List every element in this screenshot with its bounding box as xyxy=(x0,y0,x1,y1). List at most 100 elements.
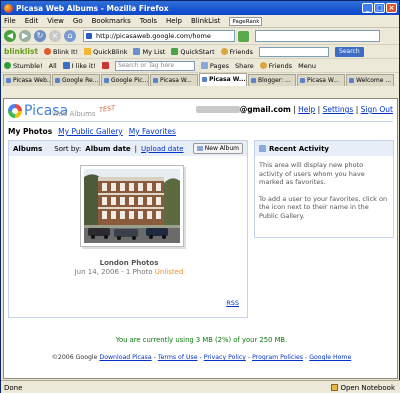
menu-file[interactable]: File xyxy=(4,17,16,25)
search-bar[interactable] xyxy=(255,30,380,42)
download-picasa-link[interactable]: Download Picasa xyxy=(99,354,151,361)
thumbs-down-icon[interactable] xyxy=(101,62,109,69)
program-policies-link[interactable]: Program Policies xyxy=(252,354,303,361)
back-icon[interactable]: ◀ xyxy=(4,30,16,42)
sort-album-date: Album date xyxy=(85,144,131,153)
stumble-toolbar: Stumble! All I like it! Search or Tag he… xyxy=(1,58,399,72)
sub-navigation: My Photos My Public Gallery My Favorites xyxy=(8,127,176,136)
logo-test-badge: TEST xyxy=(98,103,116,115)
menu-bookmarks[interactable]: Bookmarks xyxy=(92,17,131,25)
list-icon xyxy=(133,48,141,55)
notebook-icon xyxy=(331,384,339,391)
blinklist-toolbar: blinklist Blink It! QuickBlink My List Q… xyxy=(1,44,399,58)
recent-activity-text-2: To add a user to your favorites, click o… xyxy=(259,194,388,220)
recent-activity-body: This area will display new photo activit… xyxy=(255,156,393,233)
share-button[interactable]: Share xyxy=(235,62,254,70)
status-text: Done xyxy=(4,383,23,392)
all-dropdown[interactable]: All xyxy=(49,62,57,70)
window-title: Picasa Web Albums - Mozilla Firefox xyxy=(16,3,169,13)
albums-heading: Albums xyxy=(13,144,43,153)
window-controls: _ □ × xyxy=(362,3,397,13)
recent-activity-header: Recent Activity xyxy=(255,141,393,156)
help-link[interactable]: Help xyxy=(298,105,315,114)
terms-link[interactable]: Terms of Use xyxy=(158,354,198,361)
blink-it-button[interactable]: Blink It! xyxy=(44,48,78,56)
stumble-search-input[interactable]: Search or Tag here xyxy=(114,60,195,71)
logo-subtitle: Web Albums xyxy=(52,110,96,118)
header-divider xyxy=(8,121,393,122)
activity-icon xyxy=(259,145,266,152)
album-title[interactable]: London Photos xyxy=(9,259,249,267)
tab-2[interactable]: Google Re... xyxy=(52,74,100,86)
minimize-button[interactable]: _ xyxy=(362,3,373,13)
tab-6[interactable]: Blogger: ... xyxy=(248,74,296,86)
menu-tools[interactable]: Tools xyxy=(140,17,157,25)
recent-activity-heading: Recent Activity xyxy=(269,144,329,153)
my-photos-tab[interactable]: My Photos xyxy=(8,127,52,136)
stumble-icon xyxy=(4,62,11,69)
privacy-link[interactable]: Privacy Policy xyxy=(204,354,246,361)
title-bar: Picasa Web Albums - Mozilla Firefox _ □ … xyxy=(1,1,399,15)
navigation-toolbar: ◀ ▶ ↻ × ⌂ http://picasaweb.google.com/ho… xyxy=(1,27,399,44)
close-button[interactable]: × xyxy=(386,3,397,13)
address-bar[interactable]: http://picasaweb.google.com/home xyxy=(83,30,235,42)
albums-panel: Albums Sort by: Album date | Upload date… xyxy=(8,140,248,318)
stumble-button[interactable]: Stumble! xyxy=(4,62,43,70)
friends-button[interactable]: Friends xyxy=(220,48,253,56)
tab-8[interactable]: Welcome ... xyxy=(346,74,394,86)
sort-by-label: Sort by: xyxy=(54,144,82,153)
menu-blinklist[interactable]: BlinkList xyxy=(191,17,220,25)
forward-icon[interactable]: ▶ xyxy=(19,30,31,42)
new-album-button[interactable]: New Album xyxy=(192,143,243,154)
settings-link[interactable]: Settings xyxy=(323,105,354,114)
people-icon xyxy=(220,48,228,55)
menu-edit[interactable]: Edit xyxy=(25,17,39,25)
go-button[interactable] xyxy=(238,30,249,42)
i-like-it-button[interactable]: I like it! xyxy=(62,62,96,70)
building-photo xyxy=(84,169,180,243)
sign-out-link[interactable]: Sign Out xyxy=(361,105,393,114)
google-home-link[interactable]: Google Home xyxy=(309,354,351,361)
favorites-link[interactable]: My Favorites xyxy=(129,127,176,136)
thumbs-up-icon xyxy=(62,62,70,69)
public-gallery-link[interactable]: My Public Gallery xyxy=(58,127,123,136)
status-bar: Done Open Notebook xyxy=(1,380,400,393)
tab-4[interactable]: Picasa W... xyxy=(150,74,198,86)
album-cover-photo xyxy=(84,169,180,243)
page-footer: ©2006 Google Download Picasa - Terms of … xyxy=(51,354,352,361)
album-status: Unlisted xyxy=(154,268,184,276)
maximize-button[interactable]: □ xyxy=(374,3,385,13)
blinklist-logo[interactable]: blinklist xyxy=(4,47,38,56)
rss-link[interactable]: RSS xyxy=(226,299,239,307)
tab-5-active[interactable]: Picasa W... xyxy=(199,73,247,86)
menu-view[interactable]: View xyxy=(47,17,64,25)
menu-bar: File Edit View Go Bookmarks Tools Help B… xyxy=(1,15,399,27)
tab-1[interactable]: Picasa Web... xyxy=(3,74,51,86)
menu-go[interactable]: Go xyxy=(73,17,83,25)
browser-window: Picasa Web Albums - Mozilla Firefox _ □ … xyxy=(0,0,400,393)
quickblink-button[interactable]: QuickBlink xyxy=(84,48,127,56)
quickstart-button[interactable]: QuickStart xyxy=(171,48,215,56)
album-thumbnail[interactable] xyxy=(80,165,184,247)
recent-activity-text-1: This area will display new photo activit… xyxy=(259,161,365,186)
menu-dropdown[interactable]: Menu xyxy=(298,62,316,70)
reload-icon[interactable]: ↻ xyxy=(34,30,46,42)
tab-7[interactable]: Picasa W... xyxy=(297,74,345,86)
start-icon xyxy=(171,48,179,55)
pagerank-indicator[interactable]: PageRank xyxy=(229,16,263,26)
blinklist-search-input[interactable] xyxy=(259,46,330,57)
my-list-button[interactable]: My List xyxy=(133,48,165,56)
user-links: @gmail.com | Help | Settings | Sign Out xyxy=(195,105,393,114)
stop-icon[interactable]: × xyxy=(49,30,61,42)
open-notebook-button[interactable]: Open Notebook xyxy=(331,384,395,392)
pages-button[interactable]: Pages xyxy=(200,62,229,70)
firefox-icon xyxy=(4,3,13,13)
sort-upload-date-link[interactable]: Upload date xyxy=(141,145,184,153)
tab-3[interactable]: Google Pic... xyxy=(101,74,149,86)
blinklist-search-button[interactable]: Search xyxy=(335,46,364,57)
menu-help[interactable]: Help xyxy=(166,17,182,25)
picasa-logo-icon xyxy=(8,104,22,118)
new-album-icon xyxy=(196,146,203,151)
home-icon[interactable]: ⌂ xyxy=(64,30,76,42)
stumble-friends-button[interactable]: Friends xyxy=(259,62,292,70)
